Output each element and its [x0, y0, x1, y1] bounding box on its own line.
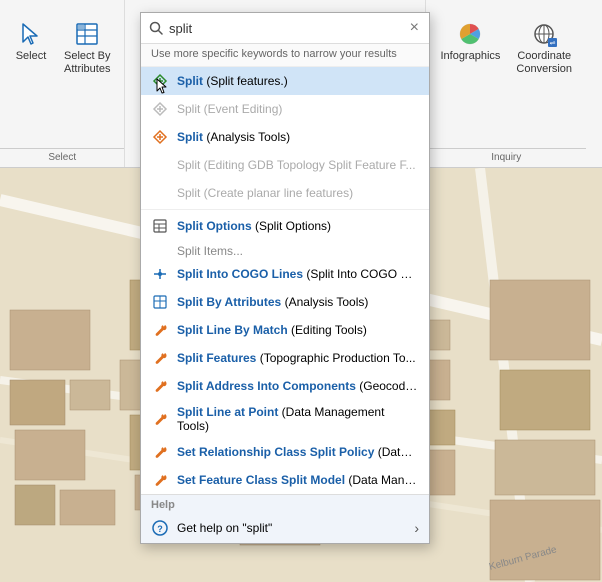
split-analysis-item[interactable]: Split (Analysis Tools)	[141, 123, 429, 151]
help-chevron: ›	[414, 520, 419, 536]
split-address-item[interactable]: Split Address Into Components (Geocodin.…	[141, 372, 429, 400]
wrench-icon-4	[151, 410, 169, 428]
split-table-icon	[151, 293, 169, 311]
split-features-label: Split (Split features.)	[177, 74, 288, 88]
split-cogo-label: Split Into COGO Lines (Split Into COGO L…	[177, 267, 419, 281]
coordinate-conversion-button[interactable]: ⇌ CoordinateConversion	[510, 14, 578, 80]
split-address-label: Split Address Into Components (Geocodin.…	[177, 379, 419, 393]
split-editing-gdb-label: Split (Editing GDB Topology Split Featur…	[177, 158, 416, 172]
select-label: Select	[16, 50, 47, 62]
no-icon-2	[151, 184, 169, 202]
select-section: Select Select ByAttributes	[0, 0, 125, 167]
set-feature-label: Set Feature Class Split Model (Data Mana…	[177, 473, 419, 487]
split-green-icon	[151, 72, 169, 90]
split-line-point-item[interactable]: Split Line at Point (Data Management Too…	[141, 400, 429, 438]
split-event-editing-item: Split (Event Editing)	[141, 95, 429, 123]
split-cogo-icon	[151, 265, 169, 283]
clear-button[interactable]: ×	[408, 19, 421, 37]
select-button[interactable]: Select	[8, 14, 54, 66]
wrench-icon-5	[151, 443, 169, 461]
select-by-attr-label: Select ByAttributes	[64, 50, 110, 76]
split-by-attr-label: Split By Attributes (Analysis Tools)	[177, 295, 368, 309]
split-by-attr-item[interactable]: Split By Attributes (Analysis Tools)	[141, 288, 429, 316]
table-icon	[71, 18, 103, 50]
split-features-item[interactable]: Split (Split features.)	[141, 67, 429, 95]
coord-icon: ⇌	[528, 18, 560, 50]
set-relationship-label: Set Relationship Class Split Policy (Dat…	[177, 445, 419, 459]
get-help-item[interactable]: ? Get help on "split" ›	[141, 513, 429, 543]
split-analysis-label: Split (Analysis Tools)	[177, 130, 290, 144]
wrench-icon-3	[151, 377, 169, 395]
split-planar-label: Split (Create planar line features)	[177, 186, 353, 200]
select-section-label: Select	[0, 148, 124, 167]
help-section-label: Help	[141, 495, 429, 513]
svg-text:⇌: ⇌	[550, 40, 556, 47]
split-options-label: Split Options (Split Options)	[177, 219, 331, 233]
split-options-icon	[151, 217, 169, 235]
split-options-item[interactable]: Split Options (Split Options)	[141, 212, 429, 240]
cursor-icon	[15, 18, 47, 50]
infographics-label: Infographics	[440, 50, 500, 62]
split-line-match-label: Split Line By Match (Editing Tools)	[177, 323, 367, 337]
help-icon: ?	[151, 519, 169, 537]
help-section: Help ? Get help on "split" ›	[141, 494, 429, 543]
no-icon-1	[151, 156, 169, 174]
get-help-label: Get help on "split"	[177, 521, 414, 535]
split-features-topo-label: Split Features (Topographic Production T…	[177, 351, 416, 365]
pie-chart-icon	[454, 18, 486, 50]
split-items-header: Split Items...	[141, 240, 429, 260]
set-feature-item[interactable]: Set Feature Class Split Model (Data Mana…	[141, 466, 429, 494]
wrench-icon-1	[151, 321, 169, 339]
split-line-point-label: Split Line at Point (Data Management Too…	[177, 405, 419, 433]
select-by-attributes-button[interactable]: Select ByAttributes	[58, 14, 116, 80]
set-relationship-item[interactable]: Set Relationship Class Split Policy (Dat…	[141, 438, 429, 466]
coord-conversion-label: CoordinateConversion	[516, 50, 572, 76]
wrench-icon-6	[151, 471, 169, 489]
wrench-icon-2	[151, 349, 169, 367]
split-features-topo-item[interactable]: Split Features (Topographic Production T…	[141, 344, 429, 372]
search-input[interactable]	[169, 21, 408, 36]
split-editing-gdb-item: Split (Editing GDB Topology Split Featur…	[141, 151, 429, 179]
search-box: ×	[141, 13, 429, 44]
split-gray-icon	[151, 100, 169, 118]
infographics-button[interactable]: Infographics	[434, 14, 506, 66]
split-orange-icon	[151, 128, 169, 146]
menu-list: Split (Split features.) Split (Event Edi…	[141, 67, 429, 543]
search-dropdown: × Use more specific keywords to narrow y…	[140, 12, 430, 544]
search-hint: Use more specific keywords to narrow you…	[141, 44, 429, 67]
split-line-match-item[interactable]: Split Line By Match (Editing Tools)	[141, 316, 429, 344]
svg-text:?: ?	[157, 524, 163, 534]
right-ribbon-section: Infographics ⇌ CoordinateConversion	[425, 0, 586, 167]
split-cogo-item[interactable]: Split Into COGO Lines (Split Into COGO L…	[141, 260, 429, 288]
split-event-editing-label: Split (Event Editing)	[177, 102, 282, 116]
split-planar-item: Split (Create planar line features)	[141, 179, 429, 207]
search-icon	[149, 21, 163, 35]
right-section-label: Inquiry	[426, 148, 586, 167]
